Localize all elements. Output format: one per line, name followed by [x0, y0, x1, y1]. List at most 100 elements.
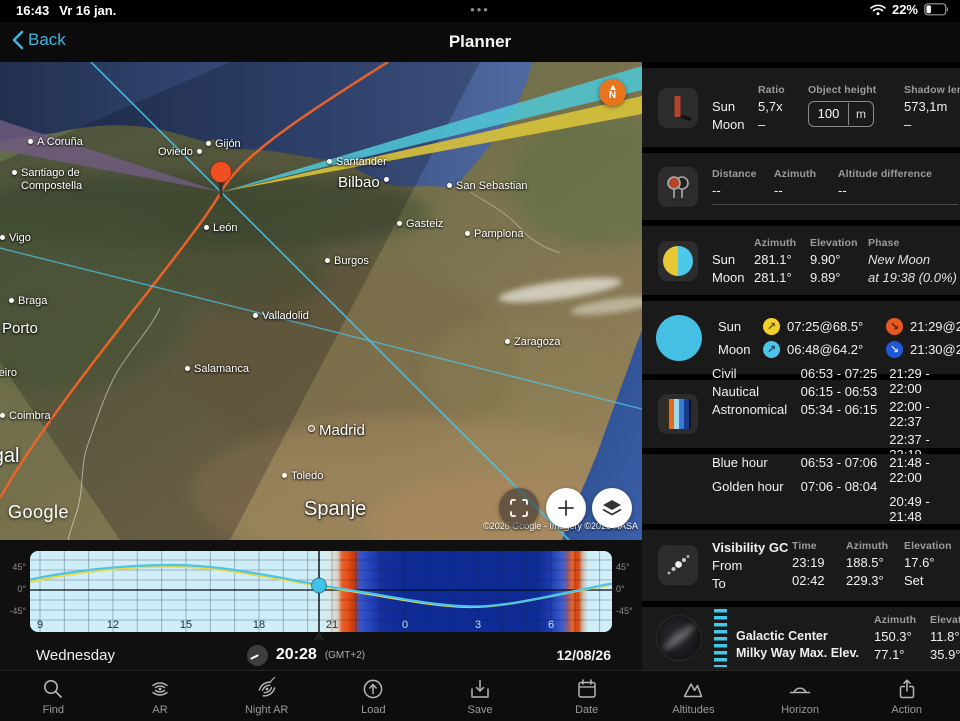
sun-label: Sun — [712, 99, 758, 114]
elevation-chart[interactable]: 912151821036 — [30, 551, 612, 643]
toolbar-altitudes-button[interactable]: Altitudes — [640, 671, 747, 721]
toolbar-horizon-button[interactable]: Horizon — [747, 671, 854, 721]
layers-button[interactable] — [592, 488, 632, 528]
moonset-icon: ↘ — [886, 341, 903, 358]
toolbar-ar-button[interactable]: AR — [107, 671, 214, 721]
astronomical-label: Astronomical — [712, 402, 801, 417]
nautical-pm: 22:00 - 22:37 — [889, 399, 960, 429]
panel-galactic-center[interactable]: Galactic Center Milky Way Max. Elev. Azi… — [642, 607, 960, 670]
phase-header: Phase — [868, 237, 960, 249]
compass-label: N — [609, 91, 616, 101]
multitask-handle[interactable]: ••• — [0, 2, 960, 17]
svg-text:12: 12 — [107, 619, 119, 631]
ratio-sun-value: 5,7x — [758, 99, 808, 114]
svg-text:9: 9 — [37, 619, 43, 631]
map-city-label: Santander — [327, 156, 387, 169]
elevation-header: Elevation — [904, 540, 952, 552]
mw-elevation: 35.9° — [930, 647, 960, 662]
azimuth-value: -- — [774, 183, 838, 198]
y-axis-45: 45° — [0, 562, 26, 572]
action-icon — [894, 677, 920, 701]
blue-hour-pm: 21:48 - 22:00 — [889, 455, 960, 485]
panel-blue-golden-hour[interactable]: Blue hour Golden hour 06:53 - 07:06 07:0… — [642, 454, 960, 523]
map-city-label: Gijón — [206, 138, 241, 151]
map-city-label: Portugal — [0, 445, 20, 468]
panel-shadow-length[interactable]: Sun Moon Ratio 5,7x – Object height 100 … — [642, 68, 960, 147]
city-dot — [327, 159, 332, 164]
current-time-marker[interactable] — [312, 578, 327, 593]
panel-rise-set[interactable]: Sun ↗ 07:25@68.5° ↘ 21:29@291.3° Moon ↗ … — [642, 301, 960, 374]
panel-twilights[interactable]: Civil Nautical Astronomical 06:53 - 07:2… — [642, 380, 960, 448]
gc-from-time: 23:19 — [792, 555, 846, 570]
sunrise-time-azimuth: 07:25@68.5° — [787, 319, 879, 334]
toolbar-night-ar-button[interactable]: Night AR — [213, 671, 320, 721]
golden-hour-pm: 20:49 - 21:48 — [889, 494, 960, 524]
wifi-icon — [870, 4, 886, 16]
map-view[interactable]: N A CoruñaSantiago de CompostellaOviedoG… — [0, 62, 642, 540]
battery-icon — [924, 3, 950, 16]
google-logo: Google — [8, 502, 69, 523]
svg-text:0: 0 — [402, 619, 408, 631]
galactic-center-icon — [658, 545, 698, 585]
moon-azimuth: 281.1° — [754, 270, 810, 285]
time-scrubber[interactable]: 45° 0° -45° 45° 0° -45° — [0, 540, 642, 640]
altitude-difference-header: Altitude difference — [838, 168, 958, 180]
selected-time: 20:28 — [276, 646, 317, 664]
status-bar: 16:43Vr 16 jan. ••• 22% — [0, 0, 960, 22]
sunset-time-azimuth: 21:29@291.3° — [910, 319, 960, 334]
compass-north-button[interactable]: N — [599, 79, 626, 106]
compass-needle-icon — [610, 85, 616, 90]
azimuth-header: Azimuth — [774, 168, 838, 180]
map-city-label: Zaragoza — [505, 336, 560, 349]
panel-distance[interactable]: Distance -- Azimuth -- Altitude differen… — [642, 153, 960, 220]
toolbar-date-button[interactable]: Date — [533, 671, 640, 721]
night-ar-icon — [254, 677, 280, 701]
map-city-label: Bilbao — [338, 174, 389, 191]
zoom-in-button[interactable] — [546, 488, 586, 528]
object-height-input[interactable]: 100 m — [808, 101, 874, 127]
toolbar-find-button[interactable]: Find — [0, 671, 107, 721]
distance-header: Distance — [712, 168, 774, 180]
toolbar-load-button[interactable]: Load — [320, 671, 427, 721]
blue-hour-am: 06:53 - 07:06 — [801, 455, 890, 470]
y-axis-neg45: -45° — [0, 606, 26, 616]
moonrise-time-azimuth: 06:48@64.2° — [787, 342, 879, 357]
altitudes-icon — [680, 677, 706, 701]
toolbar-action-button[interactable]: Action — [853, 671, 960, 721]
shadow-icon — [658, 88, 698, 128]
city-dot — [282, 473, 287, 478]
toolbar-label: Save — [467, 704, 492, 716]
y-axis-neg45-right: -45° — [616, 606, 642, 616]
panel-visibility-gc[interactable]: Visibility GC From To Time 23:19 02:42 A… — [642, 530, 960, 601]
recenter-button[interactable] — [499, 488, 539, 528]
time-reset-icon[interactable] — [247, 645, 268, 666]
svg-text:3: 3 — [475, 619, 481, 631]
from-label: From — [712, 558, 792, 573]
plus-icon — [556, 498, 576, 518]
bottom-toolbar: Find AR Night AR Load Save DateAltitudesHoriz… — [0, 670, 960, 721]
mw-azimuth: 77.1° — [874, 647, 930, 662]
map-city-label: Vigo — [0, 232, 31, 245]
golden-hour-am: 07:06 - 08:04 — [801, 479, 890, 494]
save-icon — [467, 677, 493, 701]
city-dot — [253, 313, 258, 318]
object-height-unit[interactable]: m — [848, 103, 873, 125]
gc-to-azimuth: 229.3° — [846, 573, 904, 588]
panel-sun-moon-position[interactable]: Sun Moon Azimuth 281.1° 281.1° Elevation… — [642, 226, 960, 295]
toolbar-save-button[interactable]: Save — [427, 671, 534, 721]
city-dot — [0, 413, 5, 418]
city-dot — [197, 149, 202, 154]
map-city-label: Santiago de Compostella — [12, 167, 82, 192]
gc-to-time: 02:42 — [792, 573, 846, 588]
sun-label: Sun — [718, 319, 756, 334]
elevation-header: Elevation — [810, 237, 868, 249]
toolbar-label: AR — [152, 704, 167, 716]
twilight-icon — [658, 394, 698, 434]
map-city-label: Salamanca — [185, 363, 249, 376]
map-city-label: Coimbra — [0, 410, 51, 423]
selected-date[interactable]: 12/08/26 — [557, 647, 612, 663]
toolbar-label: Load — [361, 704, 385, 716]
moon-label: Moon — [718, 342, 756, 357]
toolbar-label: Action — [891, 704, 922, 716]
ratio-header: Ratio — [758, 84, 808, 96]
